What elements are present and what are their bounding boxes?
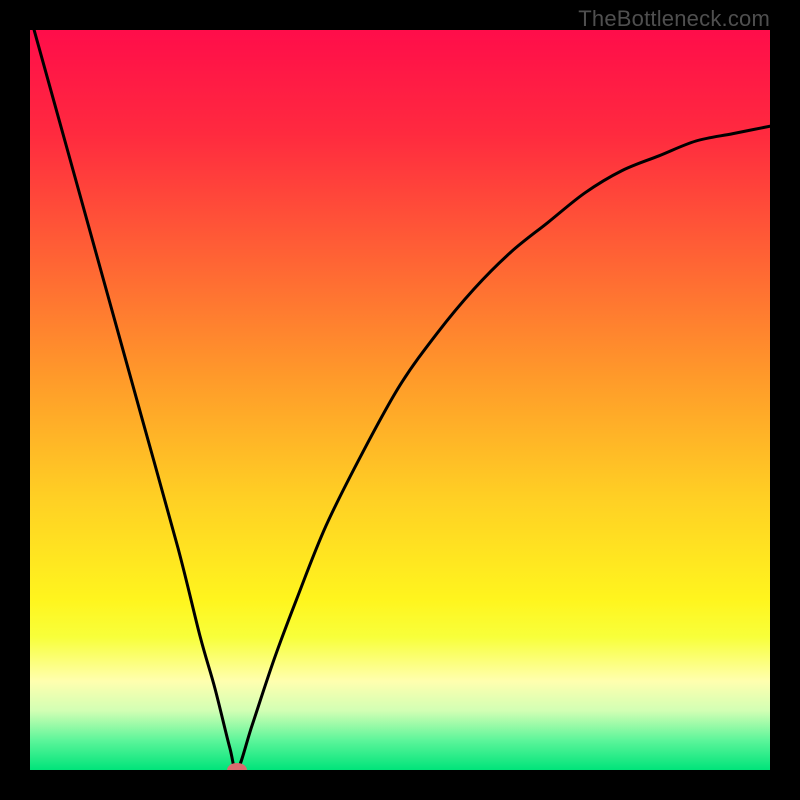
plot-area	[30, 30, 770, 770]
watermark-text: TheBottleneck.com	[578, 6, 770, 32]
bottleneck-curve	[30, 30, 770, 770]
chart-frame: TheBottleneck.com	[0, 0, 800, 800]
minimum-marker	[227, 763, 247, 770]
